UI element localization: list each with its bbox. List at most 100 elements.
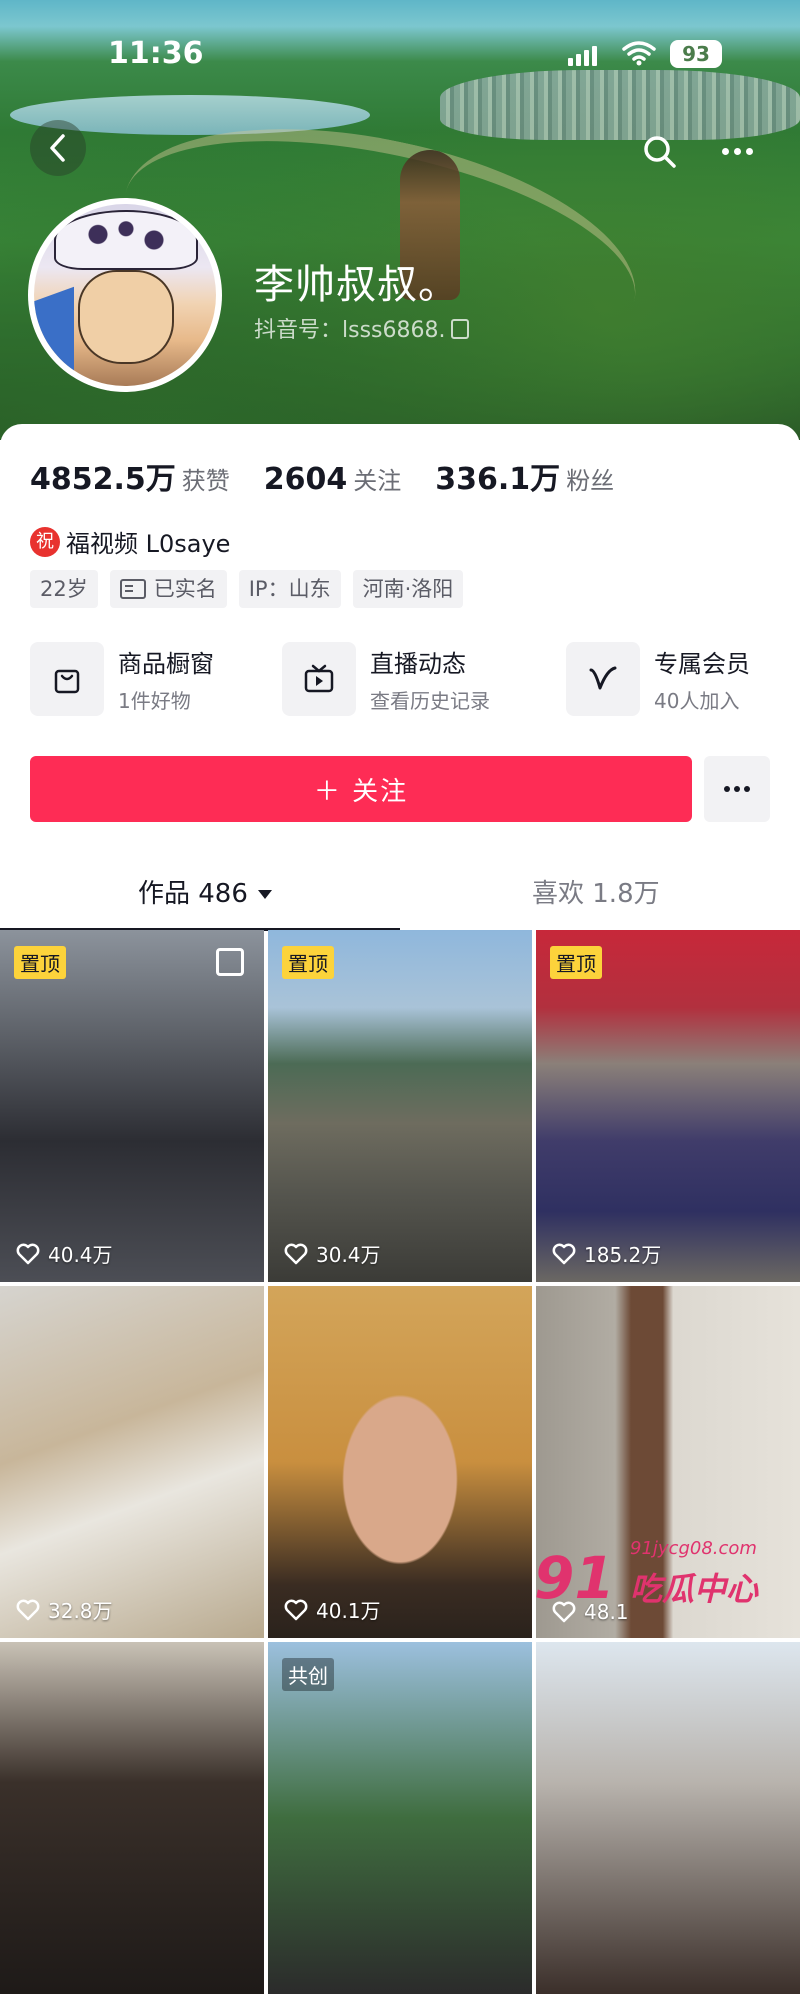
pinned-badge: 置顶 [14,946,66,979]
avatar-image [34,204,216,386]
pinned-badge: 置顶 [550,946,602,979]
like-count: 40.1万 [284,1595,381,1624]
bio-badge: 祝 [30,526,60,557]
like-count: 32.8万 [16,1595,113,1624]
tv-icon [282,642,356,716]
feature-title: 商品橱窗 [118,650,214,678]
profile-tags: 22岁 已实名 IP：山东 河南·洛阳 [30,570,464,608]
avatar-hat [54,210,198,270]
watermark-name: 吃瓜中心 [630,1570,759,1608]
feature-subtitle: 查看历史记录 [370,689,490,713]
like-count-text: 40.4万 [48,1243,113,1267]
tab-label: 作品 486 [138,879,248,909]
stat-likes[interactable]: 4852.5万 获赞 [30,454,230,498]
feature-title: 专属会员 [654,650,750,678]
stat-value: 4852.5万 [30,462,176,497]
chevron-left-icon [50,134,65,162]
heart-icon [16,1243,40,1264]
back-button[interactable] [30,120,86,176]
video-tile[interactable]: 32.8万 [0,1286,264,1638]
id-card-icon [119,579,146,599]
feature-membership[interactable]: 专属会员 40人加入 [566,642,750,716]
like-count-text: 40.1万 [316,1599,381,1623]
dot-icon [746,147,753,155]
video-tile[interactable]: 共创 [268,1642,532,1994]
feature-subtitle: 1件好物 [118,689,191,713]
heart-icon [284,1243,308,1264]
stat-following[interactable]: 2604 关注 [264,461,402,497]
tag-label: 22岁 [40,577,88,601]
video-tile[interactable] [0,1642,264,1994]
stat-value: 336.1万 [435,462,561,497]
feature-title: 直播动态 [370,650,466,678]
douyin-id-text: 抖音号：lsss6868. [254,318,446,343]
pinned-badge: 置顶 [282,946,334,979]
stat-value: 2604 [263,462,348,497]
stats-row: 4852.5万 获赞 2604 关注 336.1万 粉丝 [30,454,648,498]
like-count: 40.4万 [16,1239,113,1268]
tab-works[interactable]: 作品 486 [138,864,272,924]
more-options-button[interactable] [722,144,758,158]
tag-label: 已实名 [153,577,217,601]
tag-verified[interactable]: 已实名 [109,570,227,608]
collab-badge: 共创 [282,1658,334,1691]
tag-location[interactable]: 河南·洛阳 [352,570,464,608]
watermark-logo: 91 91jycg08.com 吃瓜中心 [534,1536,784,1616]
stat-label: 粉丝 [566,467,615,495]
video-tile[interactable]: 40.1万 [268,1286,532,1638]
like-count: 30.4万 [284,1239,381,1268]
heart-icon [284,1599,308,1620]
video-tile[interactable]: 置顶 30.4万 [268,930,532,1282]
profile-name: 李帅叔叔。 [254,262,459,308]
tag-label: IP：山东 [248,577,331,601]
feature-subtitle: 40人加入 [654,689,740,713]
dot-icon [722,147,729,155]
like-count-text: 30.4万 [316,1243,381,1267]
tab-likes[interactable]: 喜欢 1.8万 [532,864,660,924]
dot-icon [734,786,740,792]
cellular-signal-icon [568,44,597,66]
feature-row: 商品橱窗 1件好物 直播动态 查看历史记录 专属会员 40人加入 [30,642,770,718]
feature-shop-window[interactable]: 商品橱窗 1件好物 [30,642,214,716]
follow-more-button[interactable] [704,756,770,822]
watermark-site: 91jycg08.com [630,1538,757,1559]
battery-indicator: 93 [670,40,722,68]
search-icon[interactable] [640,132,680,172]
banner-city [440,70,800,140]
tag-label: 河南·洛阳 [362,577,454,601]
bio: 祝 福视频 L0saye [30,524,230,559]
follow-row: ＋ 关注 [30,756,770,822]
video-tile[interactable]: 置顶 40.4万 [0,930,264,1282]
watermark-number: 91 [534,1544,615,1612]
avatar[interactable] [28,198,222,392]
video-tile[interactable]: 置顶 185.2万 [536,930,800,1282]
dot-icon [734,147,741,155]
bio-text: 福视频 L0saye [66,530,231,558]
dot-icon [724,786,730,792]
shopping-bag-icon [30,642,104,716]
like-count-text: 32.8万 [48,1599,113,1623]
douyin-id[interactable]: 抖音号：lsss6868. [254,312,470,344]
content-tabs: 作品 486 喜欢 1.8万 [0,864,800,934]
copy-icon[interactable] [451,319,470,339]
like-count: 185.2万 [552,1239,661,1268]
tag-age: 22岁 [30,570,98,608]
stat-label: 关注 [353,467,402,495]
avatar-cape [34,286,74,386]
video-tile[interactable] [536,1642,800,1994]
feature-live[interactable]: 直播动态 查看历史记录 [282,642,490,716]
heart-icon [16,1599,40,1620]
follow-button[interactable]: ＋ 关注 [30,756,692,822]
status-bar: 11:36 93 [0,30,800,80]
tag-ip: IP：山东 [238,570,341,608]
stat-followers[interactable]: 336.1万 粉丝 [435,454,614,498]
vip-v-icon [566,642,640,716]
avatar-face [78,270,174,364]
dot-icon [744,786,750,792]
tab-label: 喜欢 1.8万 [532,879,660,909]
caret-down-icon [257,890,272,899]
wifi-icon [622,41,656,66]
multi-image-icon [216,948,244,976]
stat-label: 获赞 [181,467,230,495]
like-count-text: 185.2万 [584,1243,662,1267]
